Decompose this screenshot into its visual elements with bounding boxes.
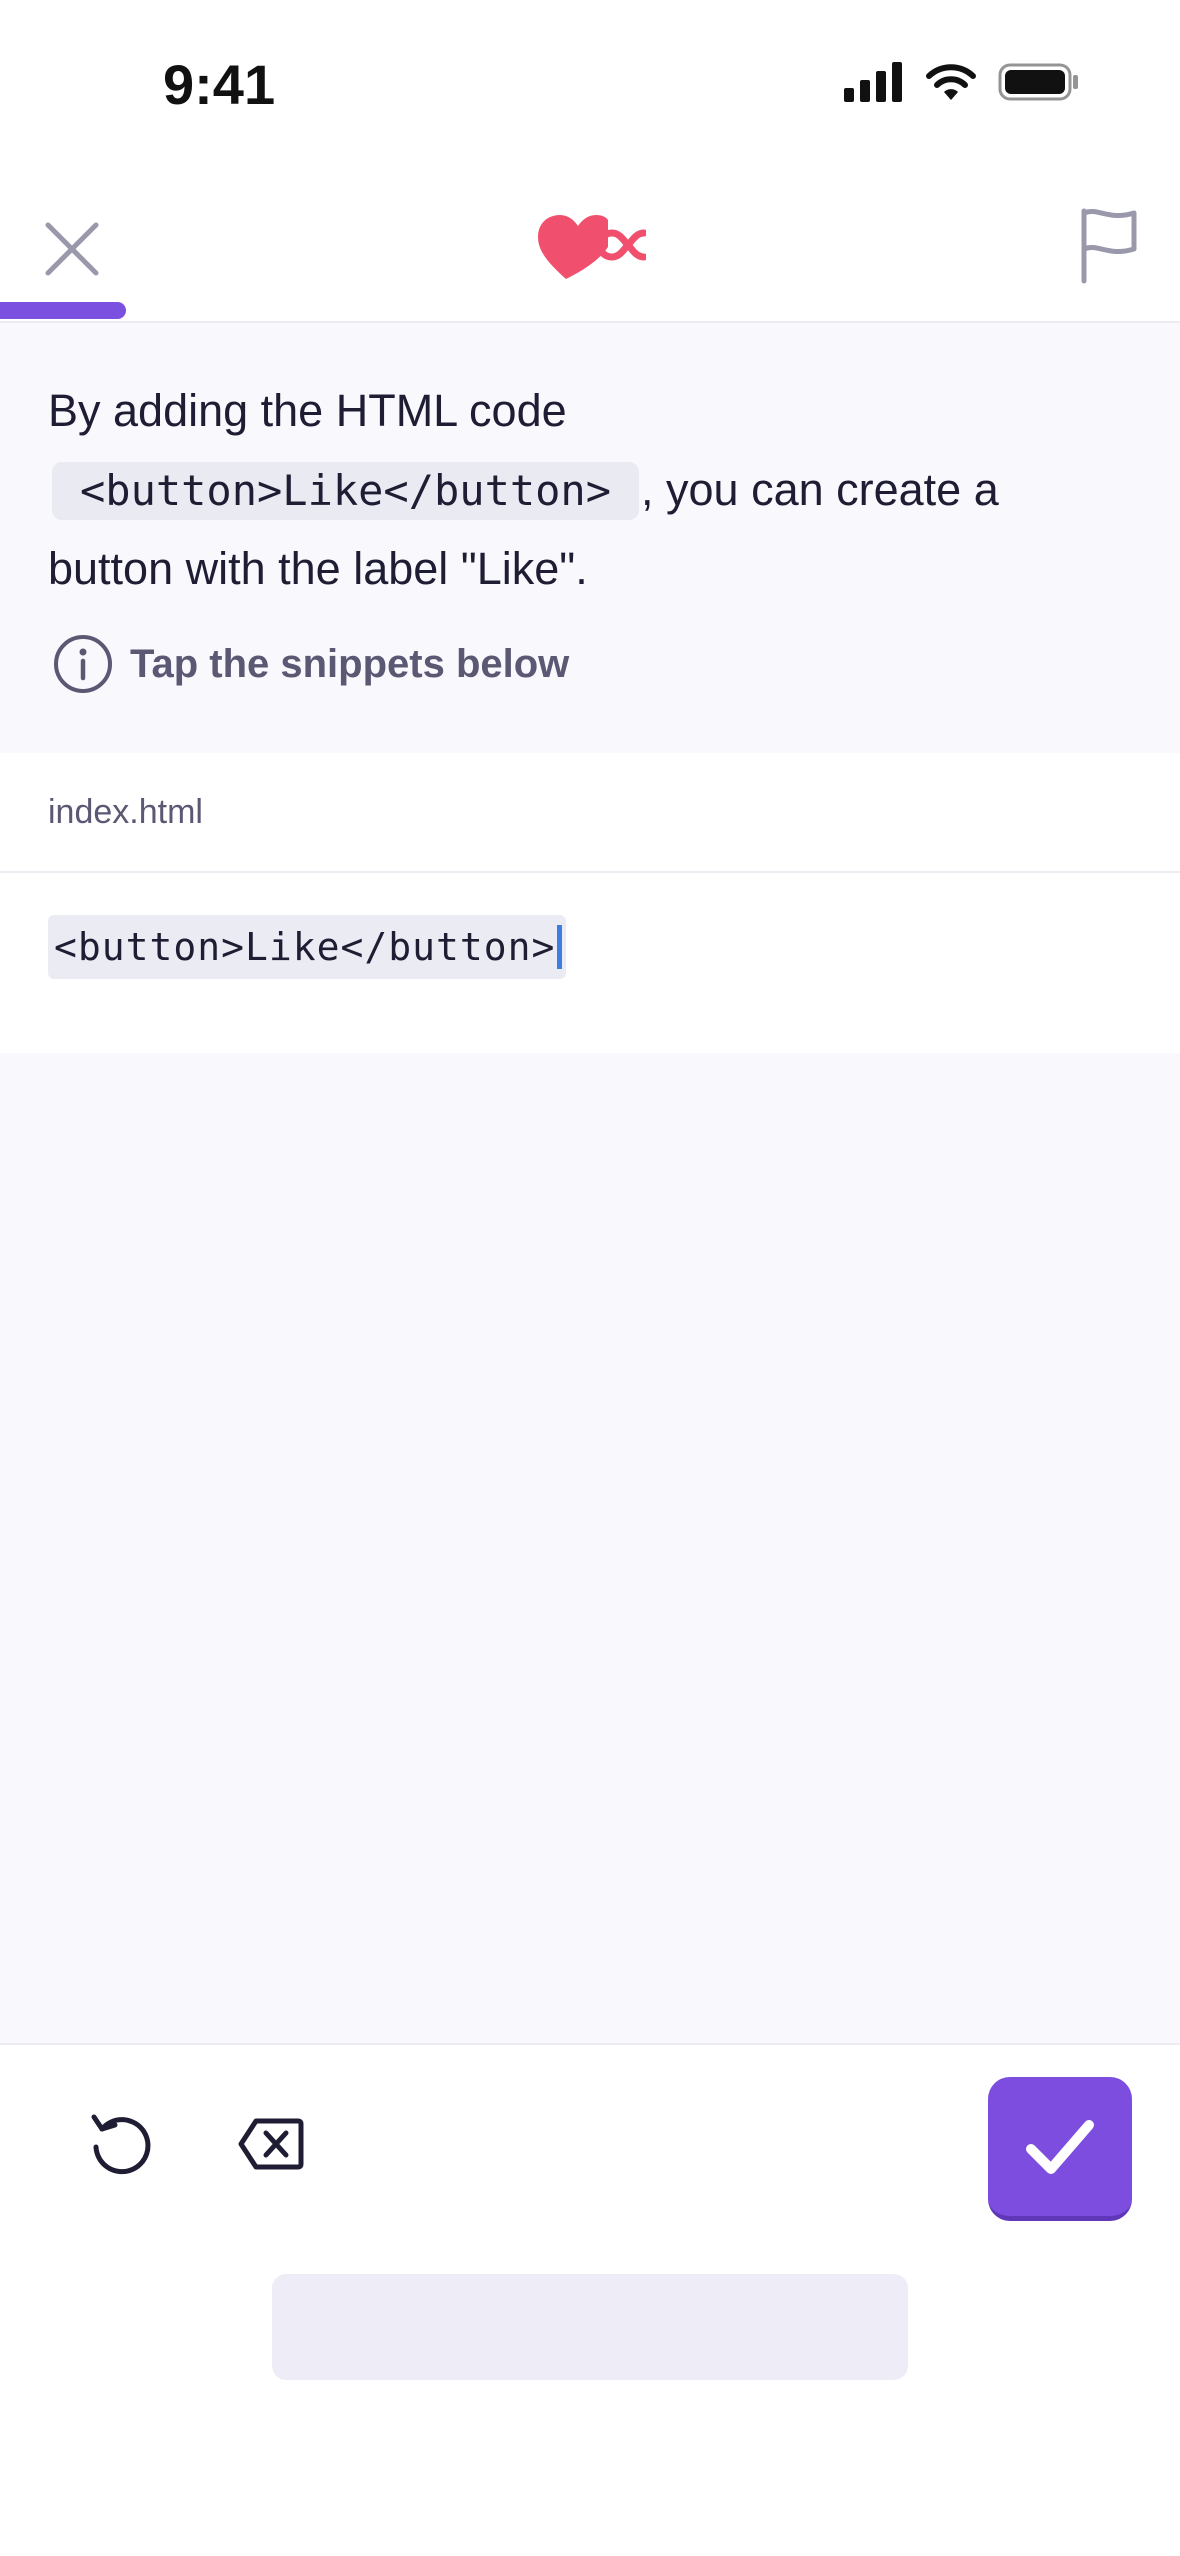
close-icon: [45, 222, 99, 276]
code-line-text: <button>Like</button>: [54, 925, 556, 969]
instructions-panel: By adding the HTML code <button>Like</bu…: [0, 323, 1180, 753]
action-toolbar: [0, 2045, 1180, 2225]
code-editor[interactable]: <button>Like</button>: [0, 873, 1180, 1053]
hint-label: Tap the snippets below: [130, 641, 570, 686]
hint: Tap the snippets below: [52, 633, 569, 695]
file-name: index.html: [48, 793, 203, 831]
text-cursor: [557, 925, 563, 969]
file-tab: index.html: [0, 753, 1180, 873]
close-button[interactable]: [38, 215, 106, 283]
empty-snippet-slot: [272, 2274, 908, 2380]
battery-icon: [998, 63, 1078, 101]
undo-icon: [91, 2114, 151, 2175]
editor-empty-area: [0, 1053, 1180, 2043]
code-snippet-placed[interactable]: <button>Like</button>: [48, 915, 567, 979]
wifi-icon: [926, 64, 976, 100]
heart-infinity-icon: [538, 207, 648, 287]
instruction-text: By adding the HTML code <button>Like</bu…: [48, 371, 1132, 608]
inline-code: <button>Like</button>: [52, 462, 640, 520]
snippet-tray: [0, 2225, 1180, 2556]
undo-button[interactable]: [88, 2111, 154, 2177]
instruction-text-before: By adding the HTML code: [48, 385, 567, 436]
info-icon: [54, 635, 112, 693]
top-nav: [0, 175, 1180, 323]
status-time: 9:41: [163, 53, 276, 116]
delete-button[interactable]: [238, 2117, 304, 2171]
signal-icon: [844, 62, 902, 102]
status-icons: [844, 62, 1080, 102]
progress-bar: [0, 302, 127, 319]
check-icon: [1026, 2119, 1094, 2174]
status-bar: 9:41: [0, 0, 1180, 175]
report-flag-button[interactable]: [1078, 205, 1142, 285]
backspace-icon: [238, 2118, 304, 2170]
check-answer-button[interactable]: [988, 2077, 1132, 2221]
flag-icon: [1081, 208, 1137, 284]
